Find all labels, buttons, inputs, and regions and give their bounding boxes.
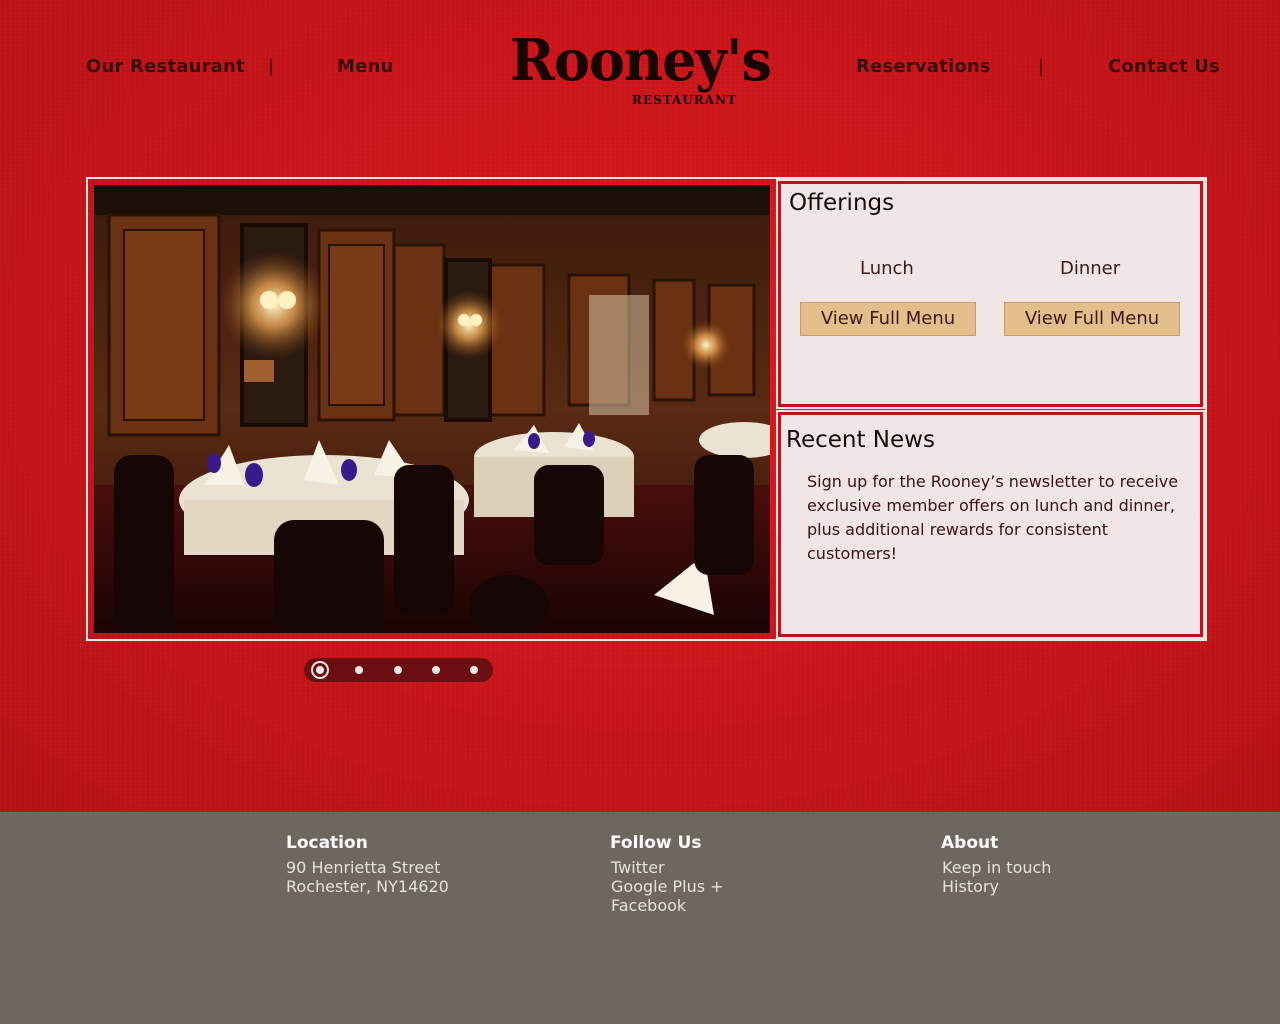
logo-wordmark: Rooney's <box>510 26 772 94</box>
dinner-menu-button[interactable]: View Full Menu <box>1004 302 1180 336</box>
footer-google-plus-link[interactable]: Google Plus + <box>611 877 724 896</box>
news-body: Sign up for the Rooney’s newsletter to r… <box>807 472 1179 563</box>
footer-address-street: 90 Henrietta Street <box>286 858 441 877</box>
footer-location-heading: Location <box>286 833 368 853</box>
footer-address-city: Rochester, NY14620 <box>286 877 449 896</box>
nav-reservations[interactable]: Reservations <box>856 56 991 77</box>
lunch-label: Lunch <box>860 258 914 279</box>
slide-dot-5[interactable] <box>470 666 478 674</box>
logo-subtitle: RESTAURANT <box>632 93 738 107</box>
restaurant-logo[interactable]: Rooney's RESTAURANT <box>506 26 776 116</box>
slideshow-photo <box>94 185 770 633</box>
offerings-title: Offerings <box>789 190 895 216</box>
footer-facebook-link[interactable]: Facebook <box>611 896 686 915</box>
footer-twitter-link[interactable]: Twitter <box>611 858 665 877</box>
slide-dot-1[interactable] <box>311 661 329 679</box>
footer-follow-heading: Follow Us <box>610 833 702 853</box>
recent-news-panel: Recent News Sign up for the Rooney’s new… <box>776 410 1205 639</box>
dinner-label: Dinner <box>1060 258 1121 279</box>
nav-menu[interactable]: Menu <box>337 56 394 77</box>
footer: Location 90 Henrietta Street Rochester, … <box>0 812 1280 1024</box>
nav-our-restaurant[interactable]: Our Restaurant <box>86 56 245 77</box>
slide-dot-2[interactable] <box>355 666 363 674</box>
nav-contact-us[interactable]: Contact Us <box>1108 56 1220 77</box>
nav-separator: | <box>1038 56 1045 77</box>
nav-separator: | <box>268 56 275 77</box>
recent-news-title: Recent News <box>786 427 935 453</box>
footer-about-heading: About <box>941 833 999 853</box>
offerings-panel: Offerings Lunch Dinner View Full Menu Vi… <box>776 179 1205 409</box>
footer-history-link[interactable]: History <box>942 877 999 896</box>
slide-dot-4[interactable] <box>432 666 440 674</box>
lunch-menu-button[interactable]: View Full Menu <box>800 302 976 336</box>
slideshow-pagination <box>304 658 493 682</box>
footer-keep-in-touch-link[interactable]: Keep in touch <box>942 858 1051 877</box>
slide-dot-3[interactable] <box>394 666 402 674</box>
